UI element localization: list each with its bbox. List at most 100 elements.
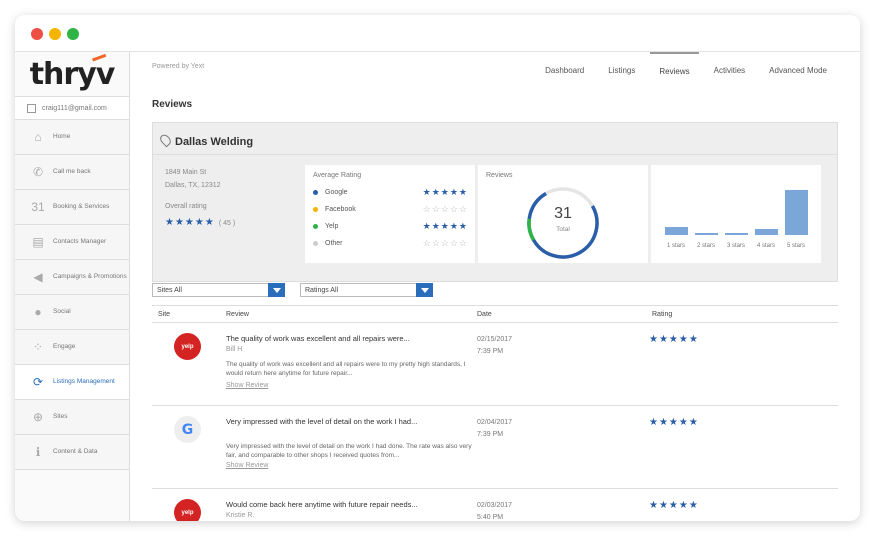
source-dot-icon <box>313 223 318 229</box>
source-stars: ☆☆☆☆☆ <box>422 237 468 248</box>
overall-rating-label: Overall rating <box>165 203 207 210</box>
review-stars: ★★★★★ <box>649 500 699 511</box>
review-title: Very impressed with the level of detail … <box>226 417 418 426</box>
sidebar-item-booking-services[interactable]: 31 Booking & Services <box>15 190 129 225</box>
review-author: Bill H <box>226 346 243 353</box>
sidebar-item-label: Social <box>53 308 71 315</box>
average-rating-card: Average Rating Google ★★★★★ Facebook ☆☆☆☆☆ Y… <box>305 165 475 263</box>
distribution-bar <box>665 226 688 235</box>
info-icon: ℹ <box>35 445 41 459</box>
location-pin-icon <box>158 132 173 148</box>
source-stars: ★★★★★ <box>422 220 468 231</box>
maximize-window-button[interactable] <box>67 28 79 40</box>
reviews-table-header: Site Review Date Rating <box>152 305 838 323</box>
browser-window: thryv craig111@gmail.com ⌂ Home ✆ Call me b… <box>15 15 860 521</box>
review-stars: ★★★★★ <box>649 334 699 345</box>
source-name: Other <box>325 239 343 247</box>
reviews-donut-chart <box>527 187 599 259</box>
review-title: Would come back here anytime with future… <box>226 500 418 509</box>
review-title: The quality of work was excellent and al… <box>226 334 410 343</box>
review-count: ( 45 ) <box>218 220 236 227</box>
home-icon: ⌂ <box>34 130 42 144</box>
business-summary-panel: Dallas Welding 1849 Main St Dallas, TX, … <box>152 122 838 282</box>
ratings-filter-select[interactable]: Ratings All <box>300 283 433 297</box>
distribution-label: 2 stars <box>696 243 715 249</box>
sidebar-item-label: Booking & Services <box>53 203 110 210</box>
sidebar-item-label: Home <box>53 133 71 140</box>
review-row[interactable]: G Very impressed with the level of detail… <box>152 406 838 489</box>
tab-listings[interactable]: Listings <box>599 52 644 89</box>
source-stars: ★★★★★ <box>422 186 468 197</box>
calendar-icon: 31 <box>31 200 45 214</box>
rating-distribution-card: 1 stars 2 stars 3 stars 4 stars 5 stars <box>651 165 821 263</box>
people-icon: ● <box>34 305 42 319</box>
sidebar-item-engage[interactable]: ⁘ Engage <box>15 330 129 365</box>
listings-icon: ⟳ <box>32 375 44 389</box>
col-rating: Rating <box>652 311 673 318</box>
yelp-logo-icon: yelp <box>174 499 201 521</box>
page-title: Reviews <box>152 99 193 110</box>
ratings-dropdown-icon[interactable] <box>416 283 433 297</box>
overall-rating-stars: ★★★★★( 45 ) <box>165 217 236 228</box>
sites-dropdown-icon[interactable] <box>268 283 285 297</box>
distribution-bar <box>725 232 748 235</box>
source-stars: ☆☆☆☆☆ <box>422 203 468 214</box>
review-row[interactable]: yelp The quality of work was excellent an… <box>152 323 838 406</box>
review-row[interactable]: yelp Would come back here anytime with fu… <box>152 489 838 521</box>
distribution-label: 1 stars <box>666 243 685 249</box>
show-review-link[interactable]: Show Review <box>226 382 268 389</box>
sidebar-item-social[interactable]: ● Social <box>15 295 129 330</box>
phone-icon: ✆ <box>32 165 44 179</box>
sidebar-item-label: Listings Management <box>53 378 115 385</box>
close-window-button[interactable] <box>31 28 43 40</box>
reviews-total-number: 31 <box>554 205 572 222</box>
sidebar-item-label: Contacts Manager <box>53 238 107 245</box>
megaphone-icon: ◀ <box>33 270 43 284</box>
user-email: craig111@gmail.com <box>42 104 107 112</box>
tab-activities[interactable]: Activities <box>705 52 755 89</box>
sidebar-item-home[interactable]: ⌂ Home <box>15 120 129 155</box>
sidebar: thryv craig111@gmail.com ⌂ Home ✆ Call me b… <box>15 52 130 521</box>
review-author: Kristie R. <box>226 512 255 519</box>
sites-filter-select[interactable]: Sites All <box>152 283 285 297</box>
review-date: 02/04/2017 7:39 PM <box>477 419 513 438</box>
source-dot-icon <box>313 240 318 246</box>
sidebar-item-sites[interactable]: ⊕ Sites <box>15 400 129 435</box>
average-rating-title: Average Rating <box>313 172 362 179</box>
distribution-label: 3 stars <box>726 243 745 249</box>
distribution-bars <box>661 175 811 235</box>
minimize-window-button[interactable] <box>49 28 61 40</box>
rating-source-google: Google ★★★★★ <box>313 185 468 199</box>
source-dot-icon <box>313 206 318 212</box>
tab-dashboard[interactable]: Dashboard <box>536 52 593 89</box>
tab-reviews[interactable]: Reviews <box>650 52 699 89</box>
distribution-bar <box>785 190 808 235</box>
reviews-total-card: Reviews 31 Total <box>478 165 648 263</box>
thryv-logo[interactable]: thryv <box>15 52 129 96</box>
sidebar-item-content-data[interactable]: ℹ Content & Data <box>15 435 129 470</box>
source-name: Yelp <box>325 222 339 230</box>
show-review-link[interactable]: Show Review <box>226 462 268 469</box>
sidebar-item-label: Content & Data <box>53 448 98 455</box>
sidebar-item-call-me-back[interactable]: ✆ Call me back <box>15 155 129 190</box>
network-icon: ⁘ <box>32 340 44 354</box>
sidebar-item-contacts-manager[interactable]: ▤ Contacts Manager <box>15 225 129 260</box>
rating-source-yelp: Yelp ★★★★★ <box>313 219 468 233</box>
sidebar-item-listings-management[interactable]: ⟳ Listings Management <box>15 365 129 400</box>
tab-advanced-mode[interactable]: Advanced Mode <box>760 52 836 89</box>
sidebar-item-campaigns-promotions[interactable]: ◀ Campaigns & Promotions <box>15 260 129 295</box>
contact-card-icon: ▤ <box>32 235 44 249</box>
review-body: The quality of work was excellent and al… <box>226 361 466 377</box>
title-bar <box>15 15 860 52</box>
review-date: 02/15/2017 7:39 PM <box>477 336 513 355</box>
distribution-label: 4 stars <box>756 243 775 249</box>
powered-by-label: Powered by Yext <box>152 63 205 70</box>
review-date: 02/03/2017 5:40 PM <box>477 502 513 521</box>
yelp-logo-icon: yelp <box>174 333 201 360</box>
main-content: Powered by Yext Dashboard Listings Reviews… <box>130 52 860 521</box>
review-stars: ★★★★★ <box>649 417 699 428</box>
reviews-card-title: Reviews <box>486 172 513 179</box>
user-account[interactable]: craig111@gmail.com <box>15 96 129 120</box>
top-nav: Dashboard Listings Reviews Activities Advanc… <box>530 52 836 89</box>
google-logo-icon: G <box>174 416 201 443</box>
